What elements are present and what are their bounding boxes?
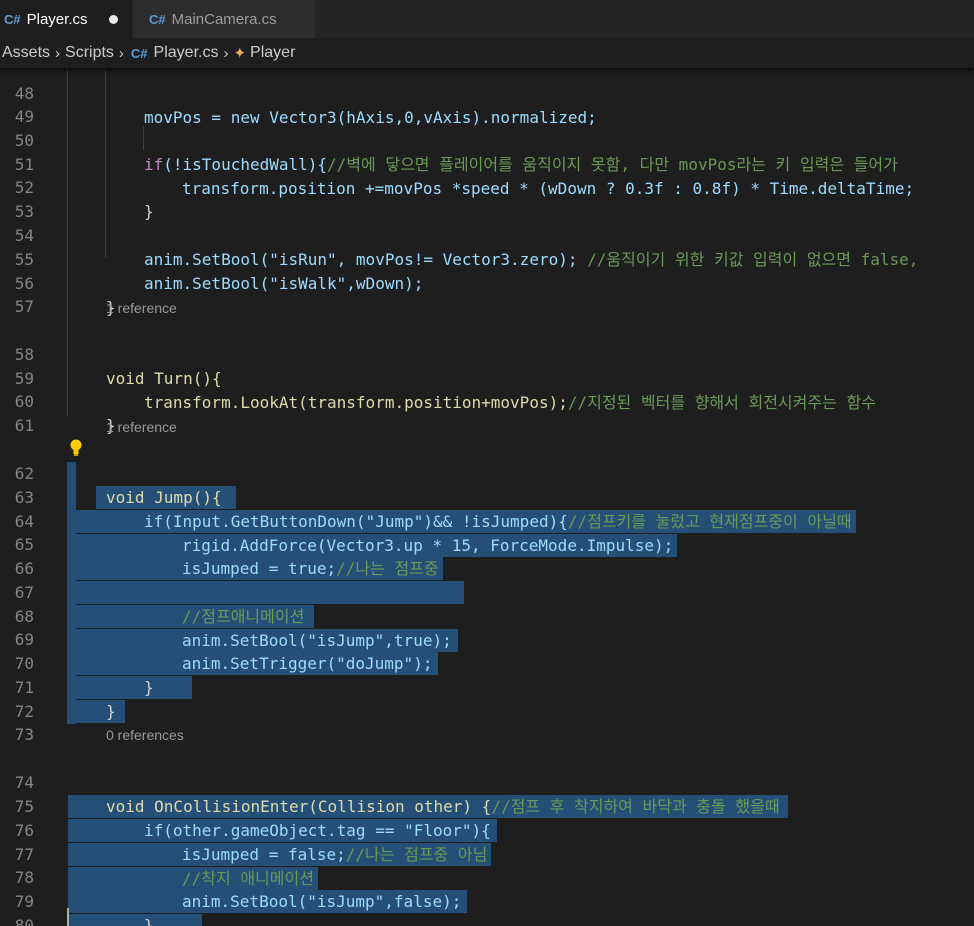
code-line: 60 } xyxy=(0,366,974,435)
code-line: 70 } xyxy=(0,628,974,700)
code-line: 64 rigid.AddForce(Vector3.up * 15, Force… xyxy=(0,486,974,558)
chevron-right-icon: › xyxy=(55,44,61,62)
code-editor[interactable]: 48 movPos = new Vector3(hAxis,0,vAxis).n… xyxy=(0,68,974,926)
code-line: 79 } xyxy=(0,866,974,926)
code-line: 53 xyxy=(0,176,974,221)
breadcrumb-item-scripts[interactable]: Scripts xyxy=(65,44,114,62)
code-line: 51 transform.position +=movPos *speed * … xyxy=(0,129,974,198)
code-line: 61 xyxy=(0,390,974,435)
code-line: 57 xyxy=(0,271,974,316)
tab-bar: C# Player.cs C# MainCamera.cs xyxy=(0,0,974,38)
code-line: 72 xyxy=(0,676,974,721)
code-line: 50 if(!isTouchedWall){//벽에 닿으면 플레이어를 움직이… xyxy=(0,105,974,174)
breadcrumb-item-assets[interactable]: Assets xyxy=(2,44,50,62)
code-line: 73 xyxy=(0,699,974,744)
code-line: 75 if(other.gameObject.tag == "Floor"){ xyxy=(0,771,974,843)
code-line: 80 } xyxy=(0,890,974,926)
code-line: 74 void OnCollisionEnter(Collision other… xyxy=(0,747,974,819)
code-line: 68 anim.SetBool("isJump",true); xyxy=(0,581,974,653)
code-line: 76 isJumped = false;//나는 점프중 아님 xyxy=(0,795,974,867)
csharp-file-icon: C# xyxy=(130,45,148,61)
code-line: 62 void Jump(){ xyxy=(0,438,974,510)
tab-label: Player.cs xyxy=(26,10,88,28)
code-line: 65 isJumped = true;//나는 점프중 xyxy=(0,509,974,581)
code-line: 77 //착지 애니메이션 xyxy=(0,819,974,891)
codelens-references[interactable]: 1 reference xyxy=(106,416,177,438)
breadcrumb-item-file[interactable]: Player.cs xyxy=(154,44,219,62)
csharp-file-icon: C# xyxy=(4,11,21,27)
code-line: 49 xyxy=(0,81,974,126)
code-line: 58 void Turn(){ xyxy=(0,319,974,388)
class-symbol-icon: ✦ xyxy=(233,45,247,62)
text-cursor xyxy=(67,908,69,926)
code-line: 66 xyxy=(0,533,974,605)
code-line: 81 xyxy=(0,914,974,926)
chevron-right-icon: › xyxy=(118,44,124,62)
code-line: 55 anim.SetBool("isWalk",wDown); xyxy=(0,224,974,293)
breadcrumb: Assets › Scripts › C# Player.cs › ✦ Play… xyxy=(0,38,974,68)
code-line: 52 } xyxy=(0,152,974,221)
codelens-references[interactable]: 0 references xyxy=(106,724,184,746)
tab-label: MainCamera.cs xyxy=(171,10,277,28)
codelens-references[interactable]: 1 reference xyxy=(106,297,177,319)
unsaved-dot-icon[interactable] xyxy=(109,14,119,24)
code-line: 78 anim.SetBool("isJump",false); xyxy=(0,842,974,914)
code-line: 48 movPos = new Vector3(hAxis,0,vAxis).n… xyxy=(0,68,974,127)
code-line: 54 anim.SetBool("isRun", movPos!= Vector… xyxy=(0,200,974,269)
breadcrumb-item-class[interactable]: Player xyxy=(250,44,295,62)
csharp-file-icon: C# xyxy=(149,11,166,27)
line-number: 73 xyxy=(14,724,34,744)
code-line: 69 anim.SetTrigger("doJump"); xyxy=(0,604,974,676)
line-number: 61 xyxy=(14,415,34,435)
tab-player-cs[interactable]: C# Player.cs xyxy=(0,0,132,38)
tab-maincamera-cs[interactable]: C# MainCamera.cs xyxy=(132,0,315,38)
code-line: 67 //점프애니메이션 xyxy=(0,557,974,629)
chevron-right-icon: › xyxy=(223,44,229,62)
code-line: 59 transform.LookAt(transform.position+m… xyxy=(0,343,974,412)
line-number: 57 xyxy=(14,296,34,316)
code-line: 71 } xyxy=(0,652,974,724)
code-line: 56 } xyxy=(0,248,974,317)
code-line: 63 if(Input.GetButtonDown("Jump")&& !isJ… xyxy=(0,462,974,534)
